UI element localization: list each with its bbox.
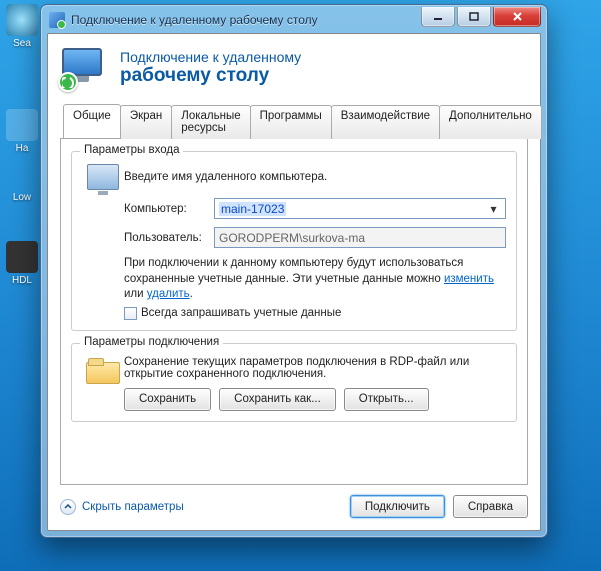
- client-area: Подключение к удаленному рабочему столу …: [47, 33, 541, 531]
- window-title: Подключение к удаленному рабочему столу: [71, 13, 318, 27]
- desktop-icons: Sea Ha Low HDL: [4, 4, 40, 324]
- always-ask-checkbox[interactable]: [124, 307, 137, 320]
- desktop-label: Low: [4, 192, 40, 203]
- tab-panel-general: Параметры входа Введите имя удаленного к…: [60, 139, 528, 485]
- header-line2: рабочему столу: [120, 65, 301, 87]
- tab-display[interactable]: Экран: [120, 105, 172, 139]
- tab-programs[interactable]: Программы: [250, 105, 332, 139]
- tab-local-res[interactable]: Локальные ресурсы: [171, 105, 250, 139]
- group-logon-title: Параметры входа: [80, 144, 183, 156]
- desktop-label: Ha: [4, 143, 40, 154]
- desktop-shortcut[interactable]: Ha: [4, 109, 40, 154]
- save-as-button[interactable]: Сохранить как...: [219, 388, 336, 411]
- desktop-shortcut[interactable]: Sea: [4, 4, 40, 49]
- close-button[interactable]: [493, 7, 541, 27]
- group-connection: Параметры подключения Сохранение текущих…: [71, 343, 517, 422]
- computer-label: Компьютер:: [124, 203, 214, 215]
- computer-icon: [87, 164, 119, 190]
- logon-instruction: Введите имя удаленного компьютера.: [124, 171, 327, 183]
- user-field: GORODPERM\surkova-ma: [214, 227, 506, 248]
- dialog-footer: Скрыть параметры Подключить Справка: [60, 495, 528, 518]
- user-label: Пользователь:: [124, 232, 214, 244]
- credentials-note: При подключении к данному компьютеру буд…: [124, 256, 506, 303]
- tab-experience[interactable]: Взаимодействие: [331, 105, 440, 139]
- group-logon: Параметры входа Введите имя удаленного к…: [71, 151, 517, 331]
- minimize-button[interactable]: [421, 7, 455, 27]
- link-edit-creds[interactable]: изменить: [444, 273, 494, 285]
- header-line1: Подключение к удаленному: [120, 49, 301, 65]
- connection-desc: Сохранение текущих параметров подключени…: [124, 356, 506, 380]
- rdp-window: Подключение к удаленному рабочему столу …: [40, 4, 548, 538]
- maximize-button[interactable]: [457, 7, 491, 27]
- desktop-label: Sea: [4, 38, 40, 49]
- computer-combobox[interactable]: main-17023 ▾: [214, 198, 506, 219]
- tab-general[interactable]: Общие: [63, 104, 121, 138]
- user-value: GORODPERM\surkova-ma: [219, 231, 365, 245]
- folder-icon: [86, 358, 120, 384]
- dialog-header: Подключение к удаленному рабочему столу: [60, 44, 528, 94]
- computer-value: main-17023: [219, 202, 286, 216]
- options-toggle[interactable]: Скрыть параметры: [60, 499, 184, 515]
- options-label: Скрыть параметры: [82, 501, 184, 513]
- link-delete-creds[interactable]: удалить: [147, 288, 190, 300]
- always-ask-label: Всегда запрашивать учетные данные: [141, 307, 341, 319]
- group-connection-title: Параметры подключения: [80, 336, 223, 348]
- app-icon: [6, 109, 38, 141]
- desktop-label: HDL: [4, 275, 40, 286]
- app-icon: [49, 12, 65, 28]
- help-button[interactable]: Справка: [453, 495, 528, 518]
- tab-advanced[interactable]: Дополнительно: [439, 105, 542, 139]
- tabstrip: Общие Экран Локальные ресурсы Программы …: [60, 104, 528, 139]
- app-icon: [6, 241, 38, 273]
- chevron-up-icon: [60, 499, 76, 515]
- rdp-monitor-icon: [62, 48, 110, 88]
- desktop-shortcut[interactable]: HDL: [4, 241, 40, 286]
- connect-button[interactable]: Подключить: [350, 495, 445, 518]
- open-button[interactable]: Открыть...: [344, 388, 429, 411]
- titlebar[interactable]: Подключение к удаленному рабочему столу: [47, 11, 541, 33]
- save-button[interactable]: Сохранить: [124, 388, 211, 411]
- chevron-down-icon: ▾: [486, 202, 501, 216]
- desktop-shortcut[interactable]: Low: [4, 192, 40, 203]
- seagate-icon: [6, 4, 38, 36]
